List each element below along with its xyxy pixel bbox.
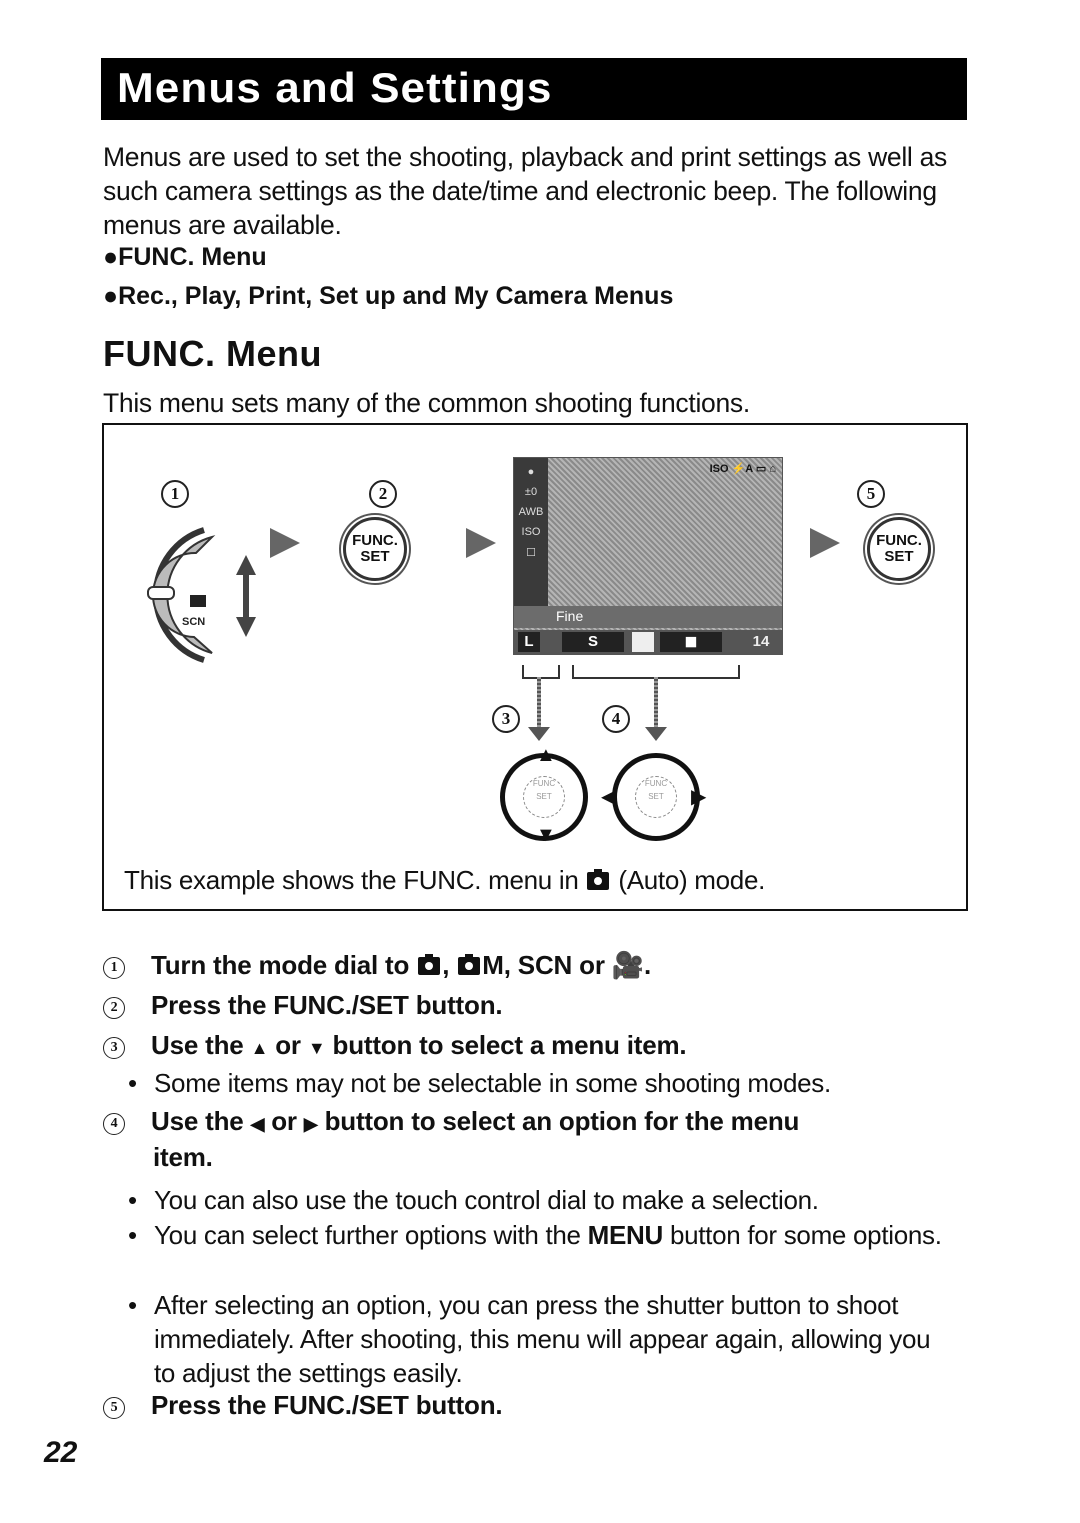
auto-mode-camera-icon (587, 869, 610, 890)
bracket-menu-items (522, 665, 560, 679)
callout-2: 2 (369, 480, 397, 508)
selected-setting-label: Fine (556, 608, 584, 624)
set-label: SET (360, 548, 390, 565)
page-title-bar: Menus and Settings (101, 58, 967, 120)
step-text: or (579, 950, 605, 980)
step-text: . (643, 950, 651, 980)
status-icons: ISO ⚡A ▭ ⌂ (709, 463, 776, 475)
step-1: 1 Turn the mode dial to , M, SCN or 🎥. (103, 950, 651, 981)
svg-text:SCN: SCN (182, 616, 205, 628)
menu-list-item: ●Rec., Play, Print, Set up and My Camera… (103, 282, 674, 310)
option-row: L S ◢ ◼ 14 (514, 630, 782, 654)
step-5: 5 Press the FUNC./SET button. (103, 1390, 503, 1421)
left-arrow-icon: ◀ (250, 1114, 265, 1134)
exposure-comp-icon: ±0 (524, 486, 538, 498)
control-dial-left-right-icon: FUNC SET ◀ ▶ (601, 753, 706, 841)
white-balance-icon: AWB (518, 506, 544, 518)
mode-dial-icon: SCN (147, 527, 256, 663)
manual-mode-camera-icon (458, 954, 481, 975)
step-text: button to select an option for the menu (324, 1106, 800, 1136)
note-text: You can select further options with the (154, 1220, 588, 1250)
figure-caption: This example shows the FUNC. menu in (Au… (124, 865, 765, 896)
step-number: 2 (103, 997, 125, 1019)
step-number: 3 (103, 1037, 125, 1059)
right-arrow-icon: ▶ (303, 1114, 318, 1134)
step-number: 1 (103, 957, 125, 979)
arrow-down-icon (528, 727, 550, 741)
step-text: Use the (151, 1106, 244, 1136)
func-menu-figure: 1 SCN 2 FUNC. SET ● ±0 AWB ISO ☐ ISO ⚡A … (102, 423, 968, 911)
func-label: FUNC. (352, 532, 398, 549)
selected-setting-row: Fine (514, 606, 782, 628)
menu-item-column: ● ±0 AWB ISO ☐ (514, 458, 548, 606)
step-4-note: • You can select further options with the… (128, 1220, 942, 1250)
mode-labels: M, SCN (482, 950, 573, 980)
intro-paragraph: Menus are used to set the shooting, play… (103, 142, 947, 240)
option-superfine: S (562, 632, 624, 652)
step-text: or (275, 1030, 301, 1060)
step-3-note: • Some items may not be selectable in som… (128, 1068, 831, 1098)
shots-remaining: 14 (752, 633, 770, 650)
caption-text: (Auto) mode. (618, 865, 766, 895)
note-text: You can also use the touch control dial … (154, 1185, 819, 1215)
arrow-right-icon (810, 528, 840, 558)
step-number: 5 (103, 1397, 125, 1419)
lcd-screen-preview: ● ±0 AWB ISO ☐ ISO ⚡A ▭ ⌂ Fine L S ◢ ◼ 1… (513, 457, 783, 655)
pointer-line (537, 677, 541, 729)
option-normal: ◼ (660, 632, 722, 652)
callout-1: 1 (161, 480, 189, 508)
step-text: or (271, 1106, 297, 1136)
note-text: After selecting an option, you can press… (154, 1290, 931, 1388)
auto-mode-camera-icon (418, 954, 441, 975)
page-title: Menus and Settings (117, 64, 553, 111)
callout-3: 3 (492, 705, 520, 733)
section-description: This menu sets many of the common shooti… (103, 388, 750, 418)
section-heading: FUNC. Menu (103, 333, 322, 374)
menu-list-item: ●FUNC. Menu (103, 243, 267, 271)
step-4-note: • You can also use the touch control dial… (128, 1185, 819, 1215)
func-set-button-icon: FUNC. SET (343, 517, 407, 581)
step-2: 2 Press the FUNC./SET button. (103, 990, 503, 1021)
set-label: SET (884, 548, 914, 565)
step-text: button to select a menu item. (332, 1030, 687, 1060)
arrow-right-icon (270, 528, 300, 558)
page-number: 22 (44, 1436, 78, 1469)
step-text: Turn the mode dial to (151, 950, 410, 980)
iso-icon: ISO (521, 526, 541, 538)
step-4-note: • After selecting an option, you can pres… (128, 1290, 931, 1388)
step-text: Press the FUNC./SET button. (151, 990, 503, 1020)
step-text: Use the (151, 1030, 244, 1060)
arrow-right-icon (466, 528, 496, 558)
down-arrow-icon: ▼ (307, 1038, 326, 1058)
note-text: button for some options. (663, 1220, 942, 1250)
menu-button-label: MENU (587, 1220, 664, 1250)
caption-text: This example shows the FUNC. menu in (124, 865, 579, 895)
callout-4: 4 (602, 705, 630, 733)
pointer-line (654, 677, 658, 729)
step-4-continued: item. (153, 1142, 213, 1172)
step-3: 3 Use the ▲ or ▼ button to select a menu … (103, 1030, 687, 1061)
func-set-button-icon: FUNC. SET (867, 517, 931, 581)
note-text: Some items may not be selectable in some… (154, 1068, 831, 1098)
callout-5: 5 (857, 480, 885, 508)
step-number: 4 (103, 1113, 125, 1135)
control-dial-up-down-icon: FUNC SET ▲ ▼ (500, 744, 588, 846)
step-text: Press the FUNC./SET button. (151, 1390, 503, 1420)
movie-mode-icon: 🎥 (611, 950, 644, 980)
shooting-mode-icon: ● (527, 466, 535, 478)
up-arrow-icon: ▲ (250, 1038, 269, 1058)
step-4: 4 Use the ◀ or ▶ button to select an opti… (103, 1106, 799, 1137)
option-fine: ◢ (632, 632, 654, 652)
arrow-down-icon (645, 727, 667, 741)
option-large: L (518, 632, 540, 652)
drive-mode-icon: ☐ (526, 547, 536, 559)
func-label: FUNC. (876, 532, 922, 549)
